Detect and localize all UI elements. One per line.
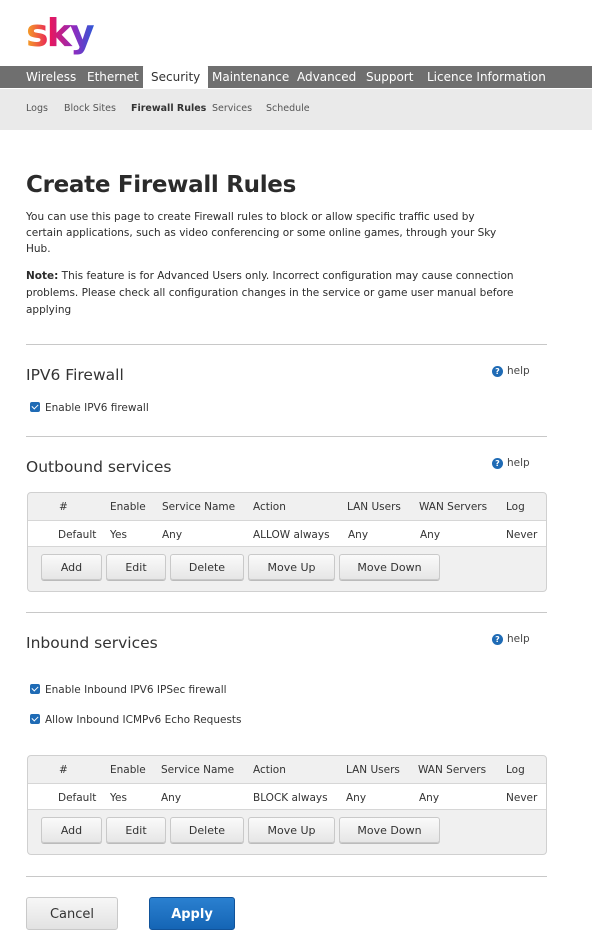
inbound-table: # Enable Service Name Action LAN Users W…	[27, 755, 547, 855]
edit-button[interactable]: Edit	[106, 554, 166, 580]
subnav-logs[interactable]: Logs	[26, 103, 48, 114]
add-button[interactable]: Add	[41, 817, 102, 843]
cell-enable: Yes	[110, 529, 127, 541]
inbound-section-title: Inbound services	[26, 634, 158, 652]
cell-action: BLOCK always	[253, 792, 328, 804]
edit-button[interactable]: Edit	[106, 817, 166, 843]
allow-icmpv6-echo-checkbox[interactable]: Allow Inbound ICMPv6 Echo Requests	[30, 714, 242, 726]
enable-ipv6-firewall-checkbox[interactable]: Enable IPV6 firewall	[30, 402, 149, 414]
col-log: Log	[506, 501, 525, 513]
divider	[26, 612, 547, 613]
cell-enable: Yes	[110, 792, 127, 804]
checkbox-label: Enable IPV6 firewall	[45, 402, 149, 414]
table-actions: Add Edit Delete Move Up Move Down	[28, 810, 546, 856]
enable-inbound-ipsec-checkbox[interactable]: Enable Inbound IPV6 IPSec firewall	[30, 684, 227, 696]
nav-ethernet[interactable]: Ethernet	[87, 66, 139, 88]
page-description: You can use this page to create Firewall…	[26, 211, 497, 255]
sub-nav: Logs Block Sites Firewall Rules Services…	[0, 89, 592, 130]
help-label: help	[507, 457, 530, 469]
cell-wan-servers: Any	[419, 792, 440, 804]
move-down-button[interactable]: Move Down	[339, 817, 440, 843]
col-service-name: Service Name	[161, 764, 235, 776]
nav-wireless[interactable]: Wireless	[26, 66, 76, 88]
col-lan-users: LAN Users	[346, 764, 400, 776]
nav-security[interactable]: Security	[143, 65, 209, 89]
ipv6-help-link[interactable]: ? help	[492, 365, 530, 377]
nav-support[interactable]: Support	[366, 66, 413, 88]
cell-wan-servers: Any	[420, 529, 441, 541]
divider	[26, 876, 547, 877]
col-number: #	[59, 764, 68, 776]
inbound-help-link[interactable]: ? help	[492, 633, 530, 645]
col-action: Action	[253, 764, 286, 776]
col-enable: Enable	[110, 764, 146, 776]
subnav-services[interactable]: Services	[212, 103, 252, 114]
checkbox-label: Allow Inbound ICMPv6 Echo Requests	[45, 714, 242, 726]
col-action: Action	[253, 501, 286, 513]
col-service-name: Service Name	[162, 501, 236, 513]
cell-number: Default	[58, 529, 97, 541]
checkbox-checked-icon	[30, 714, 40, 724]
help-icon: ?	[492, 634, 503, 645]
apply-button[interactable]: Apply	[149, 897, 235, 930]
cell-lan-users: Any	[348, 529, 369, 541]
divider	[26, 436, 547, 437]
main-nav: Wireless Ethernet Security Maintenance A…	[0, 65, 592, 89]
subnav-firewall-rules[interactable]: Firewall Rules	[131, 103, 206, 114]
cell-number: Default	[58, 792, 97, 804]
outbound-help-link[interactable]: ? help	[492, 457, 530, 469]
cell-action: ALLOW always	[253, 529, 330, 541]
table-header: # Enable Service Name Action LAN Users W…	[28, 756, 546, 783]
add-button[interactable]: Add	[41, 554, 102, 580]
col-number: #	[59, 501, 68, 513]
outbound-section-title: Outbound services	[26, 458, 172, 476]
cell-lan-users: Any	[346, 792, 367, 804]
checkbox-checked-icon	[30, 402, 40, 412]
table-row[interactable]: Default Yes Any ALLOW always Any Any Nev…	[28, 520, 546, 547]
page-note: Note: This feature is for Advanced Users…	[26, 268, 526, 319]
note-text: This feature is for Advanced Users only.…	[26, 270, 514, 316]
table-header: # Enable Service Name Action LAN Users W…	[28, 493, 546, 520]
checkbox-checked-icon	[30, 684, 40, 694]
cell-service-name: Any	[161, 792, 182, 804]
help-icon: ?	[492, 458, 503, 469]
col-lan-users: LAN Users	[347, 501, 401, 513]
subnav-block-sites[interactable]: Block Sites	[64, 103, 116, 114]
col-wan-servers: WAN Servers	[418, 764, 487, 776]
help-label: help	[507, 365, 530, 377]
header: sky	[0, 0, 592, 66]
help-icon: ?	[492, 366, 503, 377]
col-log: Log	[506, 764, 525, 776]
nav-licence-information[interactable]: Licence Information	[427, 66, 546, 88]
col-wan-servers: WAN Servers	[419, 501, 488, 513]
cancel-button[interactable]: Cancel	[26, 897, 118, 930]
outbound-table: # Enable Service Name Action LAN Users W…	[27, 492, 547, 592]
col-enable: Enable	[110, 501, 146, 513]
table-actions: Add Edit Delete Move Up Move Down	[28, 547, 546, 593]
move-up-button[interactable]: Move Up	[248, 554, 335, 580]
nav-advanced[interactable]: Advanced	[297, 66, 356, 88]
cell-log: Never	[506, 792, 538, 804]
subnav-schedule[interactable]: Schedule	[266, 103, 310, 114]
help-label: help	[507, 633, 530, 645]
delete-button[interactable]: Delete	[170, 817, 244, 843]
ipv6-section-title: IPV6 Firewall	[26, 366, 124, 384]
delete-button[interactable]: Delete	[170, 554, 244, 580]
divider	[26, 344, 547, 345]
cell-service-name: Any	[162, 529, 183, 541]
move-down-button[interactable]: Move Down	[339, 554, 440, 580]
sky-logo: sky	[26, 12, 97, 55]
svg-text:sky: sky	[26, 12, 95, 55]
move-up-button[interactable]: Move Up	[248, 817, 335, 843]
nav-maintenance[interactable]: Maintenance	[212, 66, 289, 88]
table-row[interactable]: Default Yes Any BLOCK always Any Any Nev…	[28, 783, 546, 810]
page-title: Create Firewall Rules	[26, 172, 296, 198]
note-label: Note:	[26, 270, 59, 282]
checkbox-label: Enable Inbound IPV6 IPSec firewall	[45, 684, 227, 696]
cell-log: Never	[506, 529, 538, 541]
